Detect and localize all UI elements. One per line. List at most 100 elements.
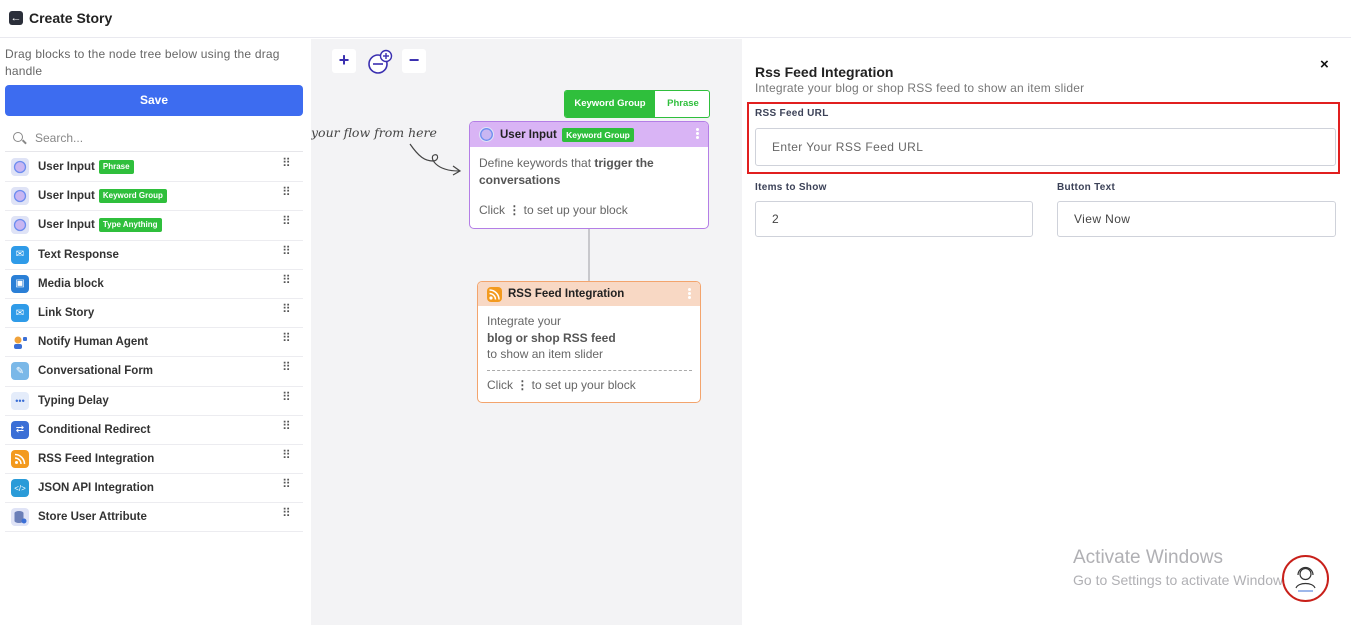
chat-bubble-icon — [11, 158, 29, 177]
kebab-menu-icon[interactable] — [688, 288, 691, 300]
drag-handle-icon[interactable]: ⠿ — [282, 478, 291, 490]
windows-watermark-title: Activate Windows — [1073, 547, 1223, 568]
node-header: RSS Feed Integration — [478, 282, 700, 306]
chat-bubble-icon — [11, 216, 29, 235]
block-list: User Input Phrase ⠿ User Input Keyword G… — [5, 153, 303, 533]
block-label: Text Response — [38, 248, 119, 261]
panel-title: Rss Feed Integration — [755, 64, 894, 80]
headset-agent-icon — [1295, 566, 1316, 592]
drag-handle-icon[interactable]: ⠿ — [282, 449, 291, 461]
block-tag: Type Anything — [98, 218, 162, 233]
drag-handle-icon[interactable]: ⠿ — [282, 303, 291, 315]
button-text-input[interactable] — [1057, 201, 1336, 237]
block-settings-panel: Rss Feed Integration Integrate your blog… — [742, 39, 1351, 625]
block-item-user-input-type-anything[interactable]: User Input Type Anything ⠿ — [5, 211, 303, 241]
toggle-phrase[interactable]: Phrase — [655, 91, 709, 117]
items-to-show-label: Items to Show — [755, 182, 827, 193]
chat-bubble-icon — [479, 127, 494, 142]
rss-icon — [487, 287, 502, 302]
block-item-link-story[interactable]: ✉ Link Story ⠿ — [5, 299, 303, 329]
back-arrow-icon[interactable]: ← — [9, 11, 23, 25]
toggle-keyword-group[interactable]: Keyword Group — [565, 91, 655, 117]
block-sidebar: Drag blocks to the node tree below using… — [0, 39, 311, 625]
block-label: Media block — [38, 277, 104, 290]
block-label: Notify Human Agent — [38, 336, 149, 349]
user-input-node[interactable]: User Input Keyword Group Define keywords… — [469, 121, 709, 229]
search-icon — [13, 132, 23, 142]
envelope-icon: ✉ — [11, 245, 29, 264]
page-title: Create Story — [29, 10, 113, 26]
block-tag: Keyword Group — [98, 189, 167, 204]
drag-handle-icon[interactable]: ⠿ — [282, 274, 291, 286]
search-bar — [5, 124, 303, 152]
block-label: RSS Feed Integration — [38, 452, 155, 465]
drag-handle-icon[interactable]: ⠿ — [282, 361, 291, 373]
search-input[interactable] — [35, 129, 285, 147]
block-label: JSON API Integration — [38, 482, 154, 495]
keyword-phrase-toggle[interactable]: Keyword Group Phrase — [564, 90, 710, 118]
block-tag: Phrase — [98, 160, 134, 175]
flow-canvas[interactable]: + − Keyword Group Phrase your flow from … — [311, 39, 742, 625]
block-item-text-response[interactable]: ✉ Text Response ⠿ — [5, 241, 303, 270]
close-button[interactable]: × — [1320, 56, 1329, 73]
zoom-in-button[interactable]: + — [332, 49, 356, 73]
database-icon — [11, 508, 29, 527]
form-icon: ✎ — [11, 362, 29, 381]
block-label: Conversational Form — [38, 365, 154, 378]
rss-feed-node[interactable]: RSS Feed Integration Integrate your blog… — [477, 281, 701, 403]
block-label: Store User Attribute — [38, 511, 147, 524]
block-item-typing-delay[interactable]: ••• Typing Delay ⠿ — [5, 387, 303, 416]
node-title: RSS Feed Integration — [508, 288, 625, 300]
drag-handle-icon[interactable]: ⠿ — [282, 157, 291, 169]
panel-subtitle: Integrate your blog or shop RSS feed to … — [755, 81, 1085, 95]
support-agent-button[interactable] — [1282, 555, 1329, 602]
block-item-conditional-redirect[interactable]: ⇄ Conditional Redirect ⠿ — [5, 416, 303, 445]
drag-handle-icon[interactable]: ⠿ — [282, 420, 291, 432]
block-item-user-input-phrase[interactable]: User Input Phrase ⠿ — [5, 153, 303, 183]
windows-watermark-subtitle: Go to Settings to activate Windows. — [1073, 572, 1294, 588]
node-title: User Input Keyword Group — [500, 128, 634, 142]
code-icon: </> — [11, 479, 29, 498]
items-to-show-input[interactable] — [755, 201, 1033, 237]
block-item-json-api-integration[interactable]: </> JSON API Integration ⠿ — [5, 474, 303, 504]
chat-bubble-icon — [11, 187, 29, 206]
zoom-fit-icon[interactable] — [366, 49, 394, 75]
drag-handle-icon[interactable]: ⠿ — [282, 507, 291, 519]
hand-drawn-arrow-icon — [409, 143, 462, 176]
node-click-hint: Click ⋮ to set up your block — [479, 203, 628, 217]
block-label: Conditional Redirect — [38, 423, 151, 436]
block-label: User Input — [38, 219, 95, 232]
node-click-hint: Click ⋮ to set up your block — [487, 378, 636, 392]
shuffle-icon: ⇄ — [11, 420, 29, 439]
button-text-label: Button Text — [1057, 182, 1116, 193]
kebab-menu-icon[interactable] — [696, 128, 699, 140]
drag-handle-icon[interactable]: ⠿ — [282, 332, 291, 344]
node-tag: Keyword Group — [562, 128, 634, 142]
zoom-out-button[interactable]: − — [402, 49, 426, 73]
node-description: Define keywords that trigger the convers… — [479, 156, 654, 187]
rss-icon — [11, 449, 29, 468]
media-icon: ▣ — [11, 274, 29, 293]
sidebar-hint: Drag blocks to the node tree below using… — [5, 47, 280, 78]
block-item-rss-feed-integration[interactable]: RSS Feed Integration ⠿ — [5, 445, 303, 475]
node-description: Integrate your blog or shop RSS feed to … — [487, 314, 616, 361]
block-item-store-user-attribute[interactable]: Store User Attribute ⠿ — [5, 503, 303, 533]
flow-hint-text: your flow from here — [311, 125, 437, 140]
agent-icon — [11, 333, 29, 352]
save-button[interactable]: Save — [5, 85, 303, 116]
block-item-user-input-keyword-group[interactable]: User Input Keyword Group ⠿ — [5, 182, 303, 212]
drag-handle-icon[interactable]: ⠿ — [282, 215, 291, 227]
drag-handle-icon[interactable]: ⠿ — [282, 391, 291, 403]
block-item-notify-human-agent[interactable]: Notify Human Agent ⠿ — [5, 328, 303, 358]
block-item-conversational-form[interactable]: ✎ Conversational Form ⠿ — [5, 357, 303, 387]
block-label: Typing Delay — [38, 394, 109, 407]
drag-handle-icon[interactable]: ⠿ — [282, 186, 291, 198]
block-label: User Input — [38, 190, 95, 203]
dots-icon: ••• — [11, 391, 29, 410]
rss-url-label: RSS Feed URL — [755, 108, 829, 119]
envelope-icon: ✉ — [11, 304, 29, 323]
rss-url-input[interactable] — [755, 128, 1336, 166]
drag-handle-icon[interactable]: ⠿ — [282, 245, 291, 257]
block-item-media-block[interactable]: ▣ Media block ⠿ — [5, 270, 303, 299]
block-label: Link Story — [38, 307, 95, 320]
